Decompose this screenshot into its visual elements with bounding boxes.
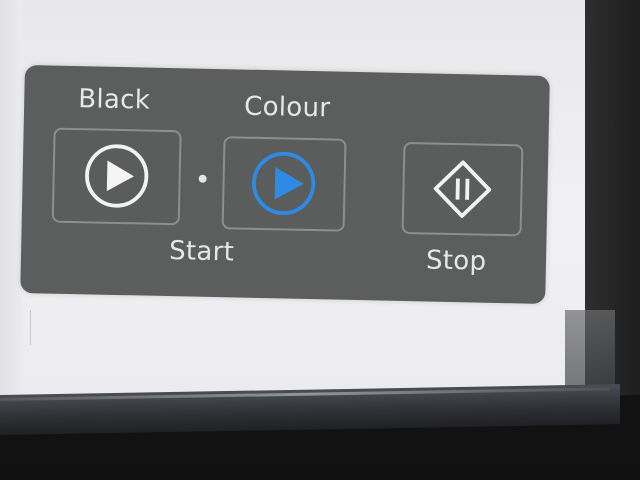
play-icon [252,151,316,216]
paper-edge [0,0,22,395]
play-icon [85,144,149,208]
black-label: Black [77,84,151,116]
colour-start-button[interactable] [221,136,347,232]
separator-dot [198,174,207,183]
start-label: Start [168,236,235,268]
stop-diamond-icon [433,160,492,218]
colour-label: Colour [243,91,331,124]
black-start-button[interactable] [51,127,182,226]
stop-label: Stop [425,245,487,277]
photo-scene: Black Colour Start Stop [0,0,640,480]
copy-control-panel: Black Colour Start Stop [20,65,550,304]
stop-button[interactable] [401,141,524,237]
paper-crease [30,310,31,345]
